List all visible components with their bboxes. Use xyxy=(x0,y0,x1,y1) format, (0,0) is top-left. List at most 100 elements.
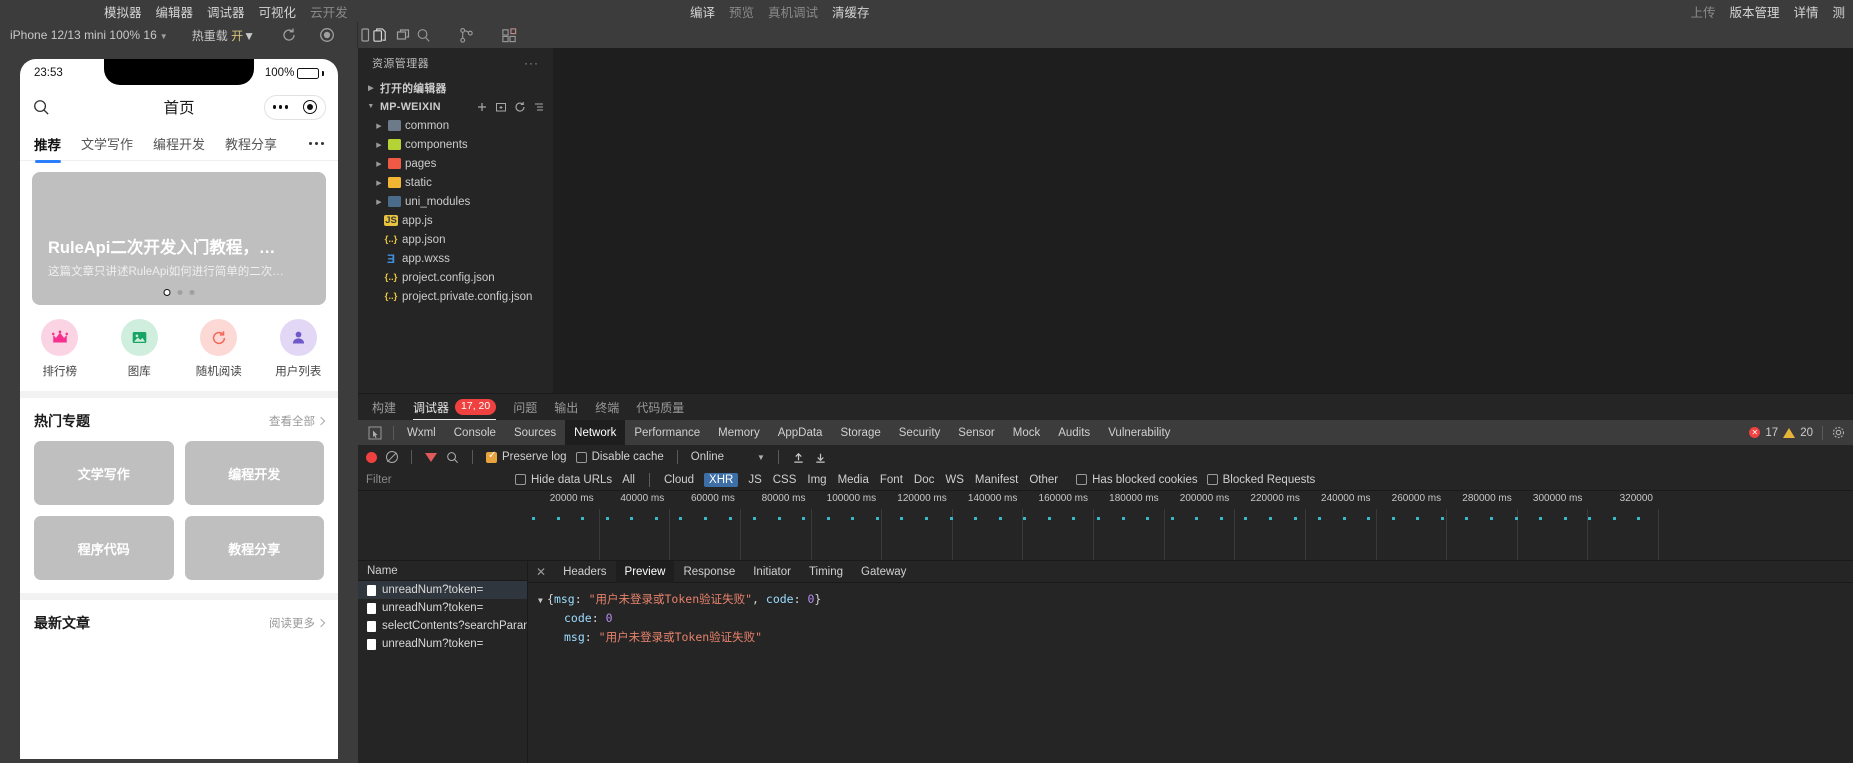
tab-recommend[interactable]: 推荐 xyxy=(34,134,61,154)
tree-item-app-js[interactable]: JS app.js xyxy=(358,211,553,230)
filter-type-media[interactable]: Media xyxy=(837,474,870,486)
topic-card[interactable]: 文学写作 xyxy=(34,441,174,505)
filter-type-manifest[interactable]: Manifest xyxy=(974,474,1019,486)
quick-action-user-list[interactable]: 用户列表 xyxy=(259,319,339,379)
pager-dot[interactable] xyxy=(177,290,183,295)
pager-dot[interactable] xyxy=(189,290,195,295)
export-har-icon[interactable] xyxy=(814,451,827,464)
tab-debugger[interactable]: 调试器 17, 20 xyxy=(413,394,497,420)
panel-tab-appdata[interactable]: AppData xyxy=(769,420,832,445)
panel-tab-console[interactable]: Console xyxy=(445,420,505,445)
waterfall-request-marker[interactable] xyxy=(925,517,929,520)
menu-editor[interactable]: 编辑器 xyxy=(156,2,194,21)
tree-item-common[interactable]: ▶ common xyxy=(358,116,553,135)
request-row[interactable]: unreadNum?token= xyxy=(358,599,527,617)
preserve-log-checkbox[interactable]: Preserve log xyxy=(486,450,567,463)
menu-preview[interactable]: 预览 xyxy=(729,2,754,21)
menu-upload[interactable]: 上传 xyxy=(1690,2,1715,21)
refresh-icon[interactable] xyxy=(514,101,526,113)
waterfall-request-marker[interactable] xyxy=(703,517,707,520)
waterfall-request-marker[interactable] xyxy=(1195,517,1199,520)
filter-type-ws[interactable]: WS xyxy=(944,474,965,486)
files-icon[interactable] xyxy=(372,27,389,44)
filter-type-cloud[interactable]: Cloud xyxy=(663,474,695,486)
chevron-down-icon[interactable]: ▼ xyxy=(538,594,547,607)
tree-item-app-json[interactable]: {..} app.json xyxy=(358,230,553,249)
waterfall-request-marker[interactable] xyxy=(1219,517,1223,520)
panel-tab-performance[interactable]: Performance xyxy=(625,420,709,445)
tab-programming[interactable]: 编程开发 xyxy=(153,134,205,153)
menu-real-device-debug[interactable]: 真机调试 xyxy=(768,2,818,21)
close-target-icon[interactable] xyxy=(303,100,318,114)
hot-reload-selector[interactable]: 热重载 开▼ xyxy=(192,27,255,44)
tree-item-components[interactable]: ▶ components xyxy=(358,135,553,154)
waterfall-request-marker[interactable] xyxy=(1440,517,1444,520)
request-row[interactable]: unreadNum?token= xyxy=(358,581,527,599)
waterfall-request-marker[interactable] xyxy=(1465,517,1469,520)
waterfall-request-marker[interactable] xyxy=(875,517,879,520)
explorer-more-icon[interactable]: ··· xyxy=(524,56,539,70)
tree-item-project-config[interactable]: {..} project.config.json xyxy=(358,268,553,287)
quick-action-random-read[interactable]: 随机阅读 xyxy=(179,319,259,379)
tab-problems[interactable]: 问题 xyxy=(513,394,537,420)
quick-action-ranking[interactable]: 排行榜 xyxy=(20,319,100,379)
waterfall-request-marker[interactable] xyxy=(1244,517,1248,520)
filter-input[interactable]: Filter xyxy=(366,474,506,486)
detail-tab-preview[interactable]: Preview xyxy=(615,560,675,583)
filter-type-other[interactable]: Other xyxy=(1028,474,1059,486)
waterfall-request-marker[interactable] xyxy=(777,517,781,520)
waterfall-request-marker[interactable] xyxy=(1490,517,1494,520)
json-summary-row[interactable]: ▼ {msg: "用户未登录或Token验证失败", code: 0} xyxy=(538,590,1843,609)
waterfall-request-marker[interactable] xyxy=(728,517,732,520)
chevron-down-icon[interactable]: ▼ xyxy=(757,453,765,462)
topic-card[interactable]: 程序代码 xyxy=(34,516,174,580)
waterfall-request-marker[interactable] xyxy=(532,517,535,520)
menu-simulator[interactable]: 模拟器 xyxy=(104,2,142,21)
panel-tab-audits[interactable]: Audits xyxy=(1049,420,1099,445)
filter-type-font[interactable]: Font xyxy=(879,474,904,486)
blocked-requests-checkbox[interactable]: Blocked Requests xyxy=(1206,474,1315,486)
tab-literature[interactable]: 文学写作 xyxy=(81,134,133,153)
tree-item-uni-modules[interactable]: ▶ uni_modules xyxy=(358,192,553,211)
close-icon[interactable]: ✕ xyxy=(528,565,554,579)
waterfall-request-marker[interactable] xyxy=(1268,517,1272,520)
quick-action-gallery[interactable]: 图库 xyxy=(100,319,180,379)
menu-details[interactable]: 详情 xyxy=(1793,2,1818,21)
waterfall-request-marker[interactable] xyxy=(1072,517,1076,520)
waterfall-request-marker[interactable] xyxy=(1391,517,1395,520)
open-editors-section[interactable]: ▶ 打开的编辑器 xyxy=(358,78,553,97)
panel-tab-wxml[interactable]: Wxml xyxy=(398,420,445,445)
filter-icon[interactable] xyxy=(425,452,437,462)
filter-type-all[interactable]: All xyxy=(621,474,636,486)
tab-build[interactable]: 构建 xyxy=(372,394,396,420)
import-har-icon[interactable] xyxy=(792,451,805,464)
waterfall-request-marker[interactable] xyxy=(1612,517,1616,520)
waterfall-request-marker[interactable] xyxy=(1539,517,1543,520)
waterfall-request-marker[interactable] xyxy=(654,517,658,520)
menu-debugger[interactable]: 调试器 xyxy=(207,2,245,21)
network-waterfall[interactable] xyxy=(358,509,1853,561)
request-list[interactable]: Name unreadNum?token= unreadNum?token= s… xyxy=(358,561,528,763)
filter-type-css[interactable]: CSS xyxy=(772,474,798,486)
waterfall-request-marker[interactable] xyxy=(1170,517,1174,520)
tab-terminal[interactable]: 终端 xyxy=(595,394,619,420)
waterfall-request-marker[interactable] xyxy=(1097,517,1100,520)
waterfall-request-marker[interactable] xyxy=(1367,517,1371,520)
menu-test[interactable]: 测 xyxy=(1832,2,1845,21)
detail-tab-response[interactable]: Response xyxy=(674,561,744,583)
panel-tab-network[interactable]: Network xyxy=(565,420,626,445)
multiwindow-icon[interactable] xyxy=(395,27,411,43)
panel-tab-mock[interactable]: Mock xyxy=(1004,420,1049,445)
request-row[interactable]: unreadNum?token= xyxy=(358,635,527,653)
extensions-icon[interactable] xyxy=(501,27,518,44)
detail-tab-timing[interactable]: Timing xyxy=(800,561,852,583)
waterfall-request-marker[interactable] xyxy=(851,517,855,520)
new-folder-icon[interactable] xyxy=(495,101,507,113)
detail-tab-gateway[interactable]: Gateway xyxy=(852,561,915,583)
waterfall-request-marker[interactable] xyxy=(1293,517,1297,520)
panel-tab-sources[interactable]: Sources xyxy=(505,420,565,445)
waterfall-request-marker[interactable] xyxy=(1637,517,1641,520)
detail-tab-initiator[interactable]: Initiator xyxy=(744,561,800,583)
inspect-element-icon[interactable] xyxy=(368,426,382,440)
tab-code-quality[interactable]: 代码质量 xyxy=(636,394,684,420)
